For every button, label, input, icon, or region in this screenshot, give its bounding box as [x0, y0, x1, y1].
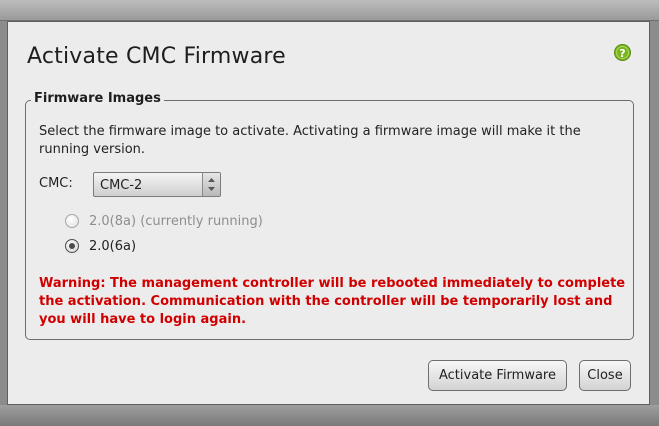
cmc-label: CMC: — [39, 176, 73, 191]
close-button[interactable]: Close — [579, 360, 631, 391]
cmc-select[interactable]: CMC-2 — [93, 172, 221, 197]
reboot-warning: Warning: The management controller will … — [39, 276, 626, 327]
description-text: Select the firmware image to activate. A… — [39, 124, 581, 157]
radio-button-unselected[interactable] — [65, 214, 79, 228]
help-icon[interactable]: ? — [614, 44, 631, 61]
version-label: 2.0(6a) — [89, 239, 137, 254]
group-legend: Firmware Images — [31, 91, 164, 106]
cmc-select-value: CMC-2 — [100, 178, 143, 193]
svg-text:?: ? — [619, 47, 625, 60]
select-updown-icon — [202, 173, 220, 196]
background-window-bottom — [0, 405, 659, 426]
activate-firmware-button[interactable]: Activate Firmware — [428, 360, 567, 391]
background-window-top — [0, 0, 659, 21]
dialog-title: Activate CMC Firmware — [27, 44, 286, 69]
version-label: 2.0(8a) (currently running) — [89, 214, 263, 229]
activate-firmware-dialog: Activate CMC Firmware ? Firmware Images … — [7, 21, 650, 405]
radio-button-selected[interactable] — [65, 239, 79, 253]
